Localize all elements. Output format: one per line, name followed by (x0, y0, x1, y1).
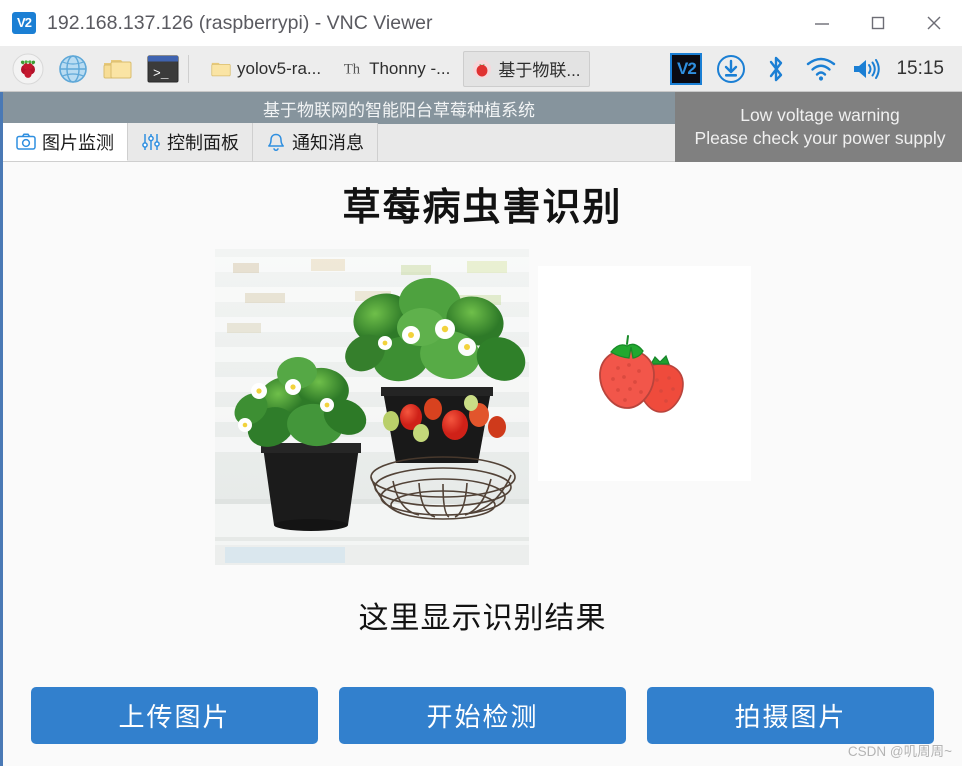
low-voltage-warning: Low voltage warning Please check your po… (675, 92, 962, 162)
page-title: 草莓病虫害识别 (342, 187, 623, 229)
vnc-logo-icon: V2 (12, 12, 36, 34)
svg-text:>_: >_ (153, 66, 169, 81)
low-voltage-warning-line2: Please check your power supply (694, 128, 946, 148)
system-tray: V2 15:15 (665, 48, 962, 90)
taskbar-launchers: >_ (0, 49, 183, 89)
taskbar-clock[interactable]: 15:15 (890, 58, 952, 80)
tab-image-monitor[interactable]: 图片监测 (3, 123, 128, 161)
strawberry-app-icon (472, 59, 492, 79)
strawberry-plants-photo[interactable] (215, 249, 529, 565)
vnc-window-title: 192.168.137.126 (raspberrypi) - VNC View… (47, 11, 433, 34)
vnc-server-icon[interactable]: V2 (665, 48, 707, 90)
detection-result-text: 这里显示识别结果 (358, 602, 607, 635)
globe-browser-icon[interactable] (53, 49, 93, 89)
thonny-icon: Th (343, 59, 363, 79)
action-button-row: 上传图片 开始检测 拍摄图片 (3, 687, 962, 744)
wifi-icon[interactable] (800, 48, 842, 90)
vnc-window-titlebar: V2 192.168.137.126 (raspberrypi) - VNC V… (0, 0, 962, 46)
strawberry-illustration[interactable] (538, 266, 751, 481)
taskbar-window-strawberry-app[interactable]: 基于物联... (463, 50, 590, 87)
watermark: CSDN @叽周周~ (847, 744, 952, 759)
screen-root: V2 192.168.137.126 (raspberrypi) - VNC V… (0, 0, 962, 766)
taskbar-window-label: yolov5-ra... (237, 58, 322, 78)
file-manager-icon[interactable] (98, 49, 138, 89)
upload-image-button[interactable]: 上传图片 (31, 687, 318, 744)
images-row (3, 249, 962, 569)
taskbar-window-thonny[interactable]: Th Thonny -... (334, 51, 459, 87)
vnc-server-badge: V2 (670, 52, 703, 85)
folder-icon (211, 59, 231, 79)
app-title: 基于物联网的智能阳台草莓种植系统 (263, 100, 535, 120)
terminal-icon[interactable]: >_ (143, 49, 183, 89)
taskbar-window-label: 基于物联... (498, 61, 581, 80)
sliders-icon (141, 132, 161, 152)
raspberry-pi-taskbar: >_ yolov5-ra... Th Thonny -... 基于物联... V… (0, 46, 962, 92)
svg-text:Th: Th (344, 61, 361, 77)
tab-control-panel[interactable]: 控制面板 (128, 123, 253, 161)
taskbar-window-label: Thonny -... (369, 58, 451, 78)
app-titlebar: 基于物联网的智能阳台草莓种植系统 (3, 92, 675, 124)
update-download-icon[interactable] (710, 48, 752, 90)
capture-image-button[interactable]: 拍摄图片 (647, 687, 934, 744)
start-detection-button[interactable]: 开始检测 (339, 687, 626, 744)
bell-icon (266, 132, 286, 152)
app-tabstrip: 图片监测 控制面板 通知消息 (3, 123, 675, 162)
tab-label: 通知消息 (292, 133, 364, 153)
bluetooth-icon[interactable] (755, 48, 797, 90)
raspberry-menu-icon[interactable] (8, 49, 48, 89)
strawberry-app-window: 基于物联网的智能阳台草莓种植系统 Low voltage warning Ple… (0, 92, 962, 766)
tab-label: 控制面板 (167, 133, 239, 153)
volume-icon[interactable] (845, 48, 887, 90)
taskbar-window-yolov5[interactable]: yolov5-ra... (202, 51, 330, 87)
app-content: 草莓病虫害识别 这里显示识别结果 上传图片 开始检测 拍摄图片 CSDN @叽周… (3, 162, 962, 766)
tab-notifications[interactable]: 通知消息 (253, 123, 378, 161)
close-icon[interactable] (906, 0, 962, 46)
taskbar-window-list: yolov5-ra... Th Thonny -... 基于物联... (202, 50, 665, 87)
tab-label: 图片监测 (42, 132, 114, 153)
maximize-icon[interactable] (850, 0, 906, 46)
taskbar-divider (188, 54, 189, 83)
camera-icon (16, 132, 36, 152)
low-voltage-warning-line1: Low voltage warning (740, 105, 900, 125)
vnc-title-group: V2 192.168.137.126 (raspberrypi) - VNC V… (0, 12, 794, 35)
window-controls (794, 0, 962, 46)
minimize-icon[interactable] (794, 0, 850, 46)
